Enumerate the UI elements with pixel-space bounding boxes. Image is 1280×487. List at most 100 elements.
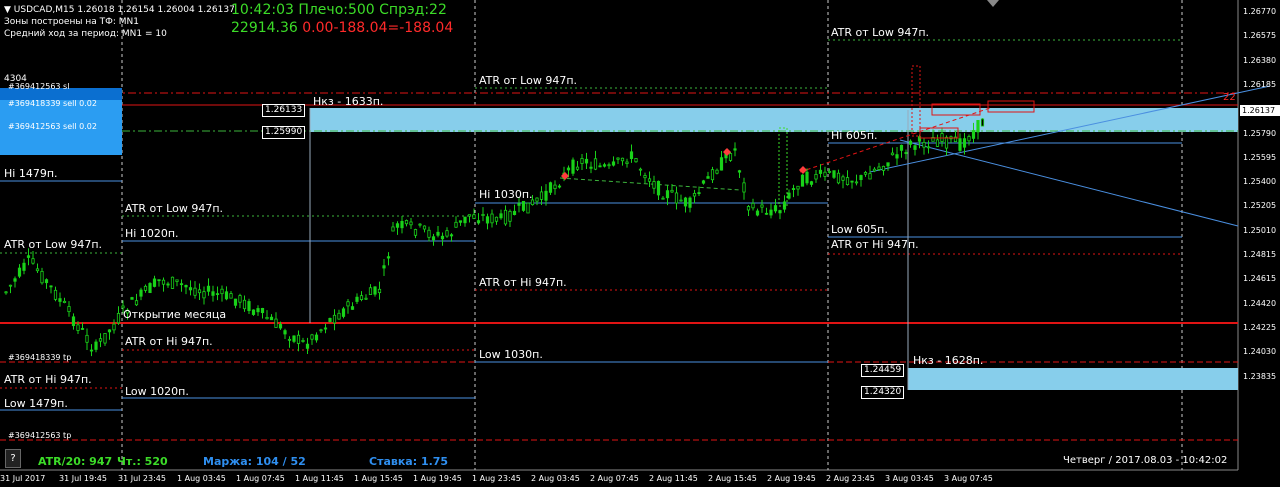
price-tick: 1.25595	[1243, 152, 1277, 162]
candle-body	[184, 285, 188, 288]
candle-body	[548, 182, 553, 193]
candle-body	[148, 283, 152, 294]
demand-zone	[908, 368, 1238, 390]
chart-shift-marker-icon[interactable]	[987, 0, 999, 7]
candle-body	[571, 159, 575, 174]
candle-body	[458, 220, 463, 223]
candle-body	[13, 278, 17, 282]
candle-body	[872, 168, 877, 172]
candle-body	[476, 220, 481, 224]
candle-body	[778, 210, 782, 214]
price-tick: 1.24225	[1243, 322, 1277, 332]
candle-body	[913, 145, 917, 150]
candle-body	[976, 120, 980, 133]
candle-body	[166, 283, 170, 286]
candle-body	[472, 214, 476, 219]
candle-body	[854, 181, 859, 184]
time-tick: 31 Jul 2017	[0, 474, 46, 483]
time-tick: 2 Aug 03:45	[531, 474, 580, 483]
time-leverage-spread: 10:42:03 Плечо:500 Спрэд:22	[231, 2, 447, 18]
candle-body	[499, 213, 503, 219]
symbol-info: ▼ USDCAD,M15 1.26018 1.26154 1.26004 1.2…	[4, 4, 235, 16]
candle-body	[962, 138, 967, 148]
balance-pl: 22914.36 0.00-188.04=-188.04	[231, 20, 453, 36]
candle-body	[319, 329, 323, 332]
order-tp-label-1[interactable]: #369418339 tp	[8, 353, 71, 362]
dropdown-triangle-icon[interactable]: ▼	[4, 5, 14, 15]
candle-body	[175, 279, 179, 282]
candle-body	[274, 318, 278, 328]
level-atr-hi-mid2: ATR от Hi 947п.	[479, 276, 567, 289]
candle-body	[701, 180, 706, 184]
price-tick: 1.24815	[1243, 250, 1277, 259]
footer-rate: Ставка: 1.75	[369, 455, 449, 468]
candle-body	[692, 192, 697, 197]
candle-body	[62, 300, 67, 303]
time-tick: 2 Aug 11:45	[649, 474, 698, 483]
candle-body	[755, 210, 760, 216]
level-atr-low-left: ATR от Low 947п.	[4, 238, 103, 251]
candle-body	[323, 327, 328, 330]
level-nkz-1: Нкз - 1633п.	[313, 95, 384, 108]
candle-body	[364, 297, 368, 300]
price-tick: 1.25205	[1243, 201, 1277, 211]
candle-body	[652, 181, 656, 189]
candle-body	[737, 170, 742, 173]
time-tick: 1 Aug 07:45	[236, 474, 285, 483]
candle-body	[733, 148, 737, 151]
help-button[interactable]: ?	[5, 449, 21, 468]
order-tp-label-2[interactable]: #369412563 tp	[8, 431, 71, 440]
candle-body	[449, 234, 454, 237]
price-tick: 1.25790	[1243, 128, 1277, 138]
candle-body	[143, 285, 148, 291]
price-tick: 1.26770	[1243, 7, 1277, 16]
candle-body	[607, 164, 611, 167]
candle-body	[710, 169, 715, 181]
candle-body	[454, 221, 458, 228]
candle-body	[526, 202, 530, 214]
candle-body	[791, 188, 796, 190]
order-sell-label-2[interactable]: #369412563 sell 0.02	[8, 122, 97, 131]
candle-body	[485, 216, 490, 224]
candle-body	[859, 175, 863, 181]
candle-body	[616, 157, 620, 160]
candle-body	[152, 278, 157, 287]
level-hi-605: Hi 605п.	[831, 129, 878, 142]
time-tick: 3 Aug 03:45	[885, 474, 934, 483]
candle-body	[922, 141, 926, 148]
price-tick: 1.25010	[1243, 225, 1277, 235]
level-hi-1030: Hi 1030п.	[479, 188, 533, 201]
profit-loss: 0.00-188.04=-188.04	[302, 20, 454, 36]
candle-body	[539, 191, 544, 200]
candle-body	[683, 197, 688, 207]
candle-body	[719, 157, 724, 171]
candle-body	[355, 296, 359, 302]
price-tick: 1.24420	[1243, 298, 1277, 308]
candle-body	[566, 167, 571, 171]
candle-body	[634, 158, 638, 163]
candle-body	[193, 287, 197, 296]
candle-body	[22, 262, 26, 271]
candle-body	[463, 216, 467, 224]
price-chart[interactable]	[0, 0, 1280, 487]
current-price-box: 1.26137	[1240, 105, 1280, 116]
time-tick: 2 Aug 19:45	[767, 474, 816, 483]
candle-body	[287, 338, 292, 341]
candle-body	[805, 171, 809, 184]
candle-body	[647, 178, 652, 182]
candle-body	[764, 212, 769, 215]
candle-body	[602, 164, 607, 167]
time-tick: 1 Aug 15:45	[354, 474, 403, 483]
candle-body	[296, 334, 301, 344]
level-atr-hi-right: ATR от Hi 947п.	[831, 238, 919, 251]
price-tick: 1.24030	[1243, 347, 1277, 357]
candle-body	[202, 291, 206, 299]
candle-body	[971, 130, 976, 139]
red-line-label: 22	[1223, 92, 1236, 103]
candle-body	[301, 340, 305, 342]
candle-body	[638, 168, 643, 171]
order-sl-label[interactable]: #369412563 sl	[8, 82, 69, 91]
order-sell-label-1[interactable]: #369418339 sell 0.02	[8, 99, 97, 108]
candle-body	[728, 153, 733, 161]
candle-body	[211, 291, 215, 296]
